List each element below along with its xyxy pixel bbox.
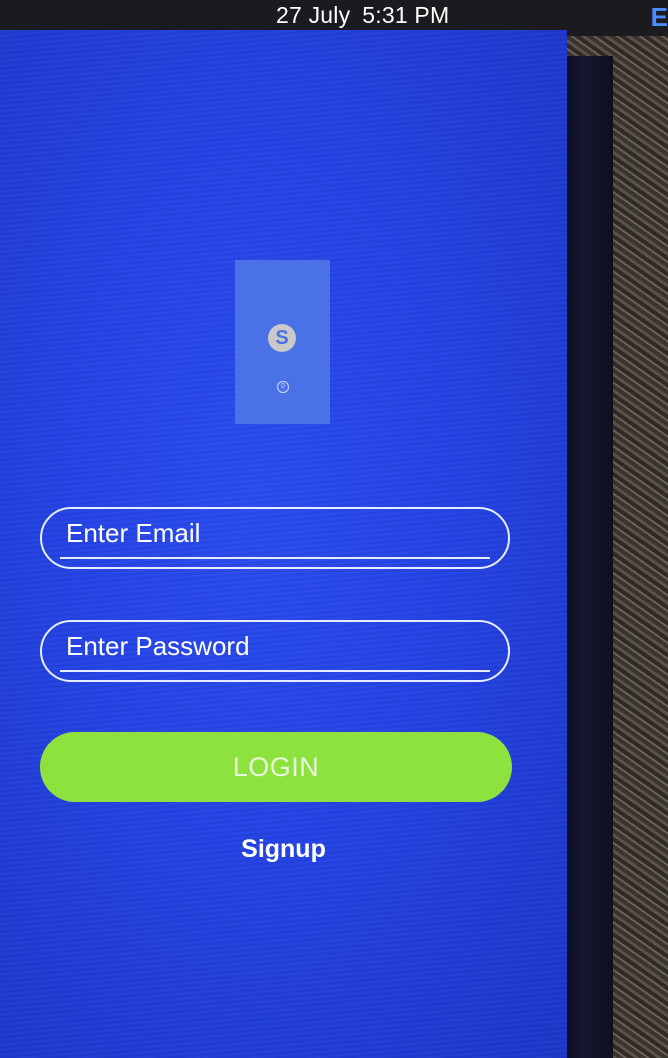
- signup-link[interactable]: Signup: [0, 835, 567, 864]
- status-date: 27 July: [276, 2, 351, 28]
- app-logo-icon: S 0: [235, 260, 330, 424]
- email-field[interactable]: [66, 515, 486, 551]
- photo-background: 27 July 5:31 PM E S 0 LOGIN Signup: [0, 0, 668, 1058]
- status-datetime: 27 July 5:31 PM: [276, 2, 461, 29]
- device-bezel: [565, 56, 613, 1058]
- email-field-wrapper: [40, 507, 510, 569]
- status-edge-icon: E: [650, 2, 668, 32]
- logo-mark-icon: 0: [277, 381, 289, 393]
- password-field-wrapper: [40, 620, 510, 682]
- login-screen: S 0 LOGIN Signup: [0, 30, 567, 1058]
- password-field[interactable]: [66, 628, 486, 664]
- status-time: 5:31 PM: [362, 2, 450, 28]
- logo-badge-icon: S: [268, 324, 296, 352]
- login-button[interactable]: LOGIN: [40, 732, 512, 802]
